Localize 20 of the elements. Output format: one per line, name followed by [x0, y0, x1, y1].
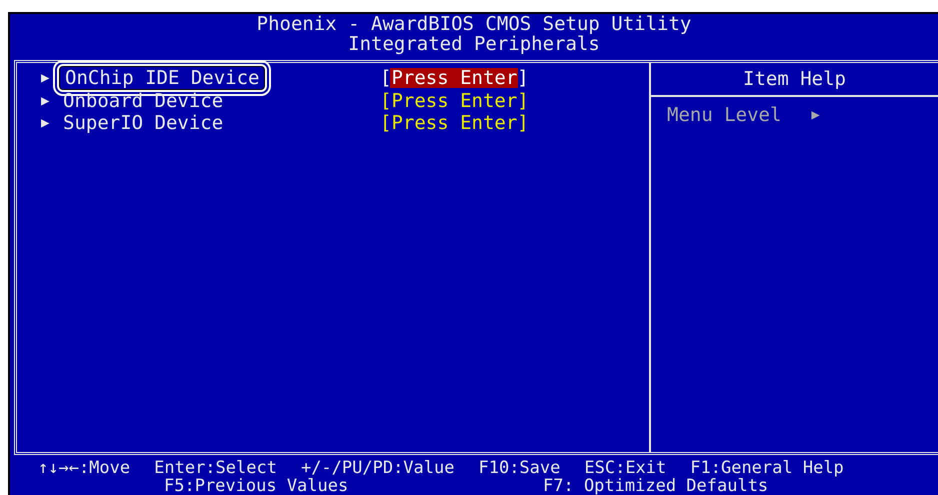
key-hint: F1:General Help [690, 459, 844, 477]
menu-item[interactable]: Onboard Device [57, 89, 230, 113]
help-title: Item Help [651, 63, 938, 97]
submenu-arrow-icon: ▶ [41, 113, 57, 133]
item-value[interactable]: [Press Enter] [379, 91, 530, 111]
key-hint: +/-/PU/PD:Value [300, 459, 454, 477]
key-hint: F7: Optimized Defaults [543, 477, 768, 495]
menu-level-label: Menu Level [667, 105, 782, 125]
screen-subtitle: Integrated Peripherals [348, 34, 600, 54]
submenu-arrow-icon: ▶ [41, 68, 57, 88]
key-hint: F5:Previous Values [164, 477, 350, 495]
menu-item[interactable]: SuperIO Device [57, 111, 230, 135]
screen-title: Phoenix - AwardBIOS CMOS Setup Utility [256, 14, 692, 34]
key-hint: Enter:Select [154, 459, 277, 477]
key-hint: F10:Save [478, 459, 560, 477]
menu-level-arrow-icon: ▶ [811, 105, 820, 125]
submenu-arrow-icon: ▶ [41, 91, 57, 111]
key-hint: ESC:Exit [584, 459, 666, 477]
key-hint: ↑↓→←:Move [38, 459, 130, 477]
item-value[interactable]: [Press Enter] [379, 113, 530, 133]
